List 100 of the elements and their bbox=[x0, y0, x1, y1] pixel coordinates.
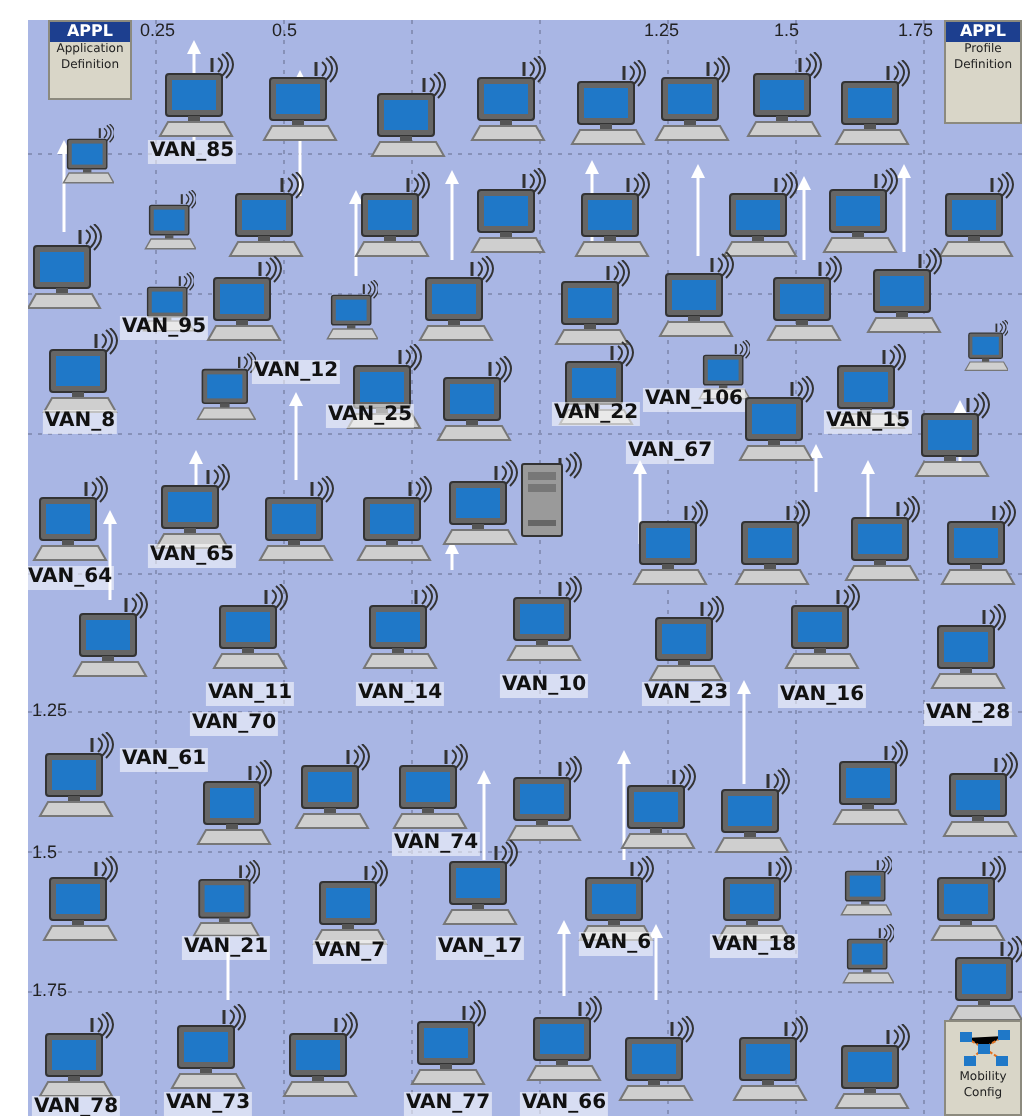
workstation-icon[interactable] bbox=[282, 1012, 358, 1098]
node-label: VAN_64 bbox=[28, 566, 115, 590]
workstation-icon[interactable] bbox=[42, 328, 118, 414]
workstation-icon[interactable] bbox=[38, 1012, 114, 1098]
axis-tick-label: 1.25 bbox=[644, 20, 680, 40]
workstation-icon[interactable] bbox=[948, 936, 1022, 1022]
workstation-icon[interactable] bbox=[766, 256, 842, 342]
workstation-icon[interactable] bbox=[38, 732, 114, 818]
workstation-icon[interactable] bbox=[963, 320, 1009, 372]
workstation-icon[interactable] bbox=[72, 592, 148, 678]
workstation-icon[interactable] bbox=[354, 172, 430, 258]
trajectory-arrow bbox=[349, 190, 363, 276]
workstation-icon[interactable] bbox=[170, 1004, 246, 1090]
workstation-icon[interactable] bbox=[830, 344, 906, 430]
workstation-icon[interactable] bbox=[834, 1024, 910, 1110]
workstation-icon[interactable] bbox=[822, 168, 898, 254]
node-label: VAN_6 bbox=[578, 932, 654, 956]
workstation-icon[interactable] bbox=[526, 996, 602, 1082]
workstation-icon[interactable] bbox=[356, 476, 432, 562]
workstation-icon[interactable] bbox=[784, 584, 860, 670]
workstation-icon[interactable] bbox=[732, 1016, 808, 1102]
workstation-icon[interactable] bbox=[506, 576, 582, 662]
workstation-icon[interactable] bbox=[914, 392, 990, 478]
axis-tick-label: 1.5 bbox=[774, 20, 800, 40]
workstation-icon[interactable] bbox=[32, 476, 108, 562]
workstation-icon[interactable] bbox=[262, 56, 338, 142]
workstation-icon[interactable] bbox=[658, 252, 734, 338]
node-label: VAN_18 bbox=[709, 934, 799, 958]
node-label: VAN_65 bbox=[147, 544, 237, 568]
workstation-icon[interactable] bbox=[418, 256, 494, 342]
workstation-icon[interactable] bbox=[940, 500, 1016, 586]
workstation-icon[interactable] bbox=[746, 52, 822, 138]
axis-tick-label: 0.5 bbox=[272, 20, 298, 40]
workstation-icon[interactable] bbox=[930, 856, 1006, 942]
axis-tick-label: 1.75 bbox=[898, 20, 934, 40]
workstation-icon[interactable] bbox=[42, 856, 118, 942]
workstation-icon[interactable] bbox=[866, 248, 942, 334]
node-label: VAN_8 bbox=[42, 410, 118, 434]
workstation-icon[interactable] bbox=[228, 172, 304, 258]
workstation-icon[interactable] bbox=[632, 500, 708, 586]
trajectory-arrow bbox=[797, 176, 811, 260]
workstation-icon[interactable] bbox=[158, 52, 234, 138]
workstation-icon[interactable] bbox=[734, 500, 810, 586]
workstation-icon[interactable] bbox=[410, 1000, 486, 1086]
config-badge: APPL bbox=[50, 22, 130, 42]
workstation-icon[interactable] bbox=[844, 496, 920, 582]
node-label: VAN_95 bbox=[119, 316, 209, 340]
trajectory-arrow bbox=[617, 750, 631, 860]
workstation-icon[interactable] bbox=[620, 764, 696, 850]
workstation-icon[interactable] bbox=[392, 744, 468, 830]
workstation-icon[interactable] bbox=[714, 768, 790, 854]
node-label: VAN_15 bbox=[823, 410, 913, 434]
workstation-icon[interactable] bbox=[654, 56, 730, 142]
workstation-icon[interactable] bbox=[506, 756, 582, 842]
workstation-icon[interactable] bbox=[362, 584, 438, 670]
workstation-icon[interactable] bbox=[558, 340, 634, 426]
node-label: VAN_28 bbox=[923, 702, 1013, 726]
trajectory-arrow bbox=[897, 164, 911, 252]
workstation-icon[interactable] bbox=[370, 72, 446, 158]
workstation-icon[interactable] bbox=[832, 740, 908, 826]
node-label: VAN_11 bbox=[205, 682, 295, 706]
workstation-icon[interactable] bbox=[195, 352, 257, 421]
workstation-icon[interactable] bbox=[648, 596, 724, 682]
node-label: VAN_78 bbox=[31, 1096, 121, 1116]
workstation-icon[interactable] bbox=[206, 256, 282, 342]
workstation-icon[interactable] bbox=[574, 172, 650, 258]
workstation-icon[interactable] bbox=[841, 924, 895, 985]
workstation-icon[interactable] bbox=[834, 60, 910, 146]
workstation-icon[interactable] bbox=[618, 1016, 694, 1102]
workstation-icon[interactable] bbox=[554, 260, 630, 346]
workstation-icon[interactable] bbox=[212, 584, 288, 670]
workstation-icon[interactable] bbox=[839, 856, 893, 917]
workstation-icon[interactable] bbox=[442, 460, 518, 546]
workstation-icon[interactable] bbox=[930, 604, 1006, 690]
trajectory-arrow bbox=[477, 770, 491, 860]
node-label: VAN_66 bbox=[519, 1092, 609, 1116]
node-label: VAN_16 bbox=[777, 684, 867, 708]
workstation-icon[interactable] bbox=[570, 60, 646, 146]
trajectory-arrow bbox=[557, 920, 571, 996]
node-label: VAN_77 bbox=[403, 1092, 493, 1116]
workstation-icon[interactable] bbox=[294, 744, 370, 830]
node-label: VAN_7 bbox=[312, 940, 388, 964]
node-label: VAN_14 bbox=[355, 682, 445, 706]
workstation-icon[interactable] bbox=[436, 356, 512, 442]
axis-tick-label: 1.75 bbox=[32, 980, 68, 1000]
workstation-icon[interactable] bbox=[258, 476, 334, 562]
trajectory-arrow bbox=[691, 164, 705, 256]
workstation-icon[interactable] bbox=[191, 860, 261, 938]
workstation-icon[interactable] bbox=[61, 124, 115, 185]
workstation-icon[interactable] bbox=[942, 752, 1018, 838]
trajectory-arrow bbox=[809, 444, 823, 492]
workstation-icon[interactable] bbox=[325, 280, 379, 341]
workstation-icon[interactable] bbox=[143, 190, 197, 251]
workstation-icon[interactable] bbox=[738, 376, 814, 462]
workstation-icon[interactable] bbox=[470, 56, 546, 142]
workstation-icon[interactable] bbox=[28, 224, 102, 310]
workstation-icon[interactable] bbox=[470, 168, 546, 254]
node-label: VAN_74 bbox=[391, 832, 481, 856]
workstation-icon[interactable] bbox=[938, 172, 1014, 258]
workstation-icon[interactable] bbox=[722, 172, 798, 258]
